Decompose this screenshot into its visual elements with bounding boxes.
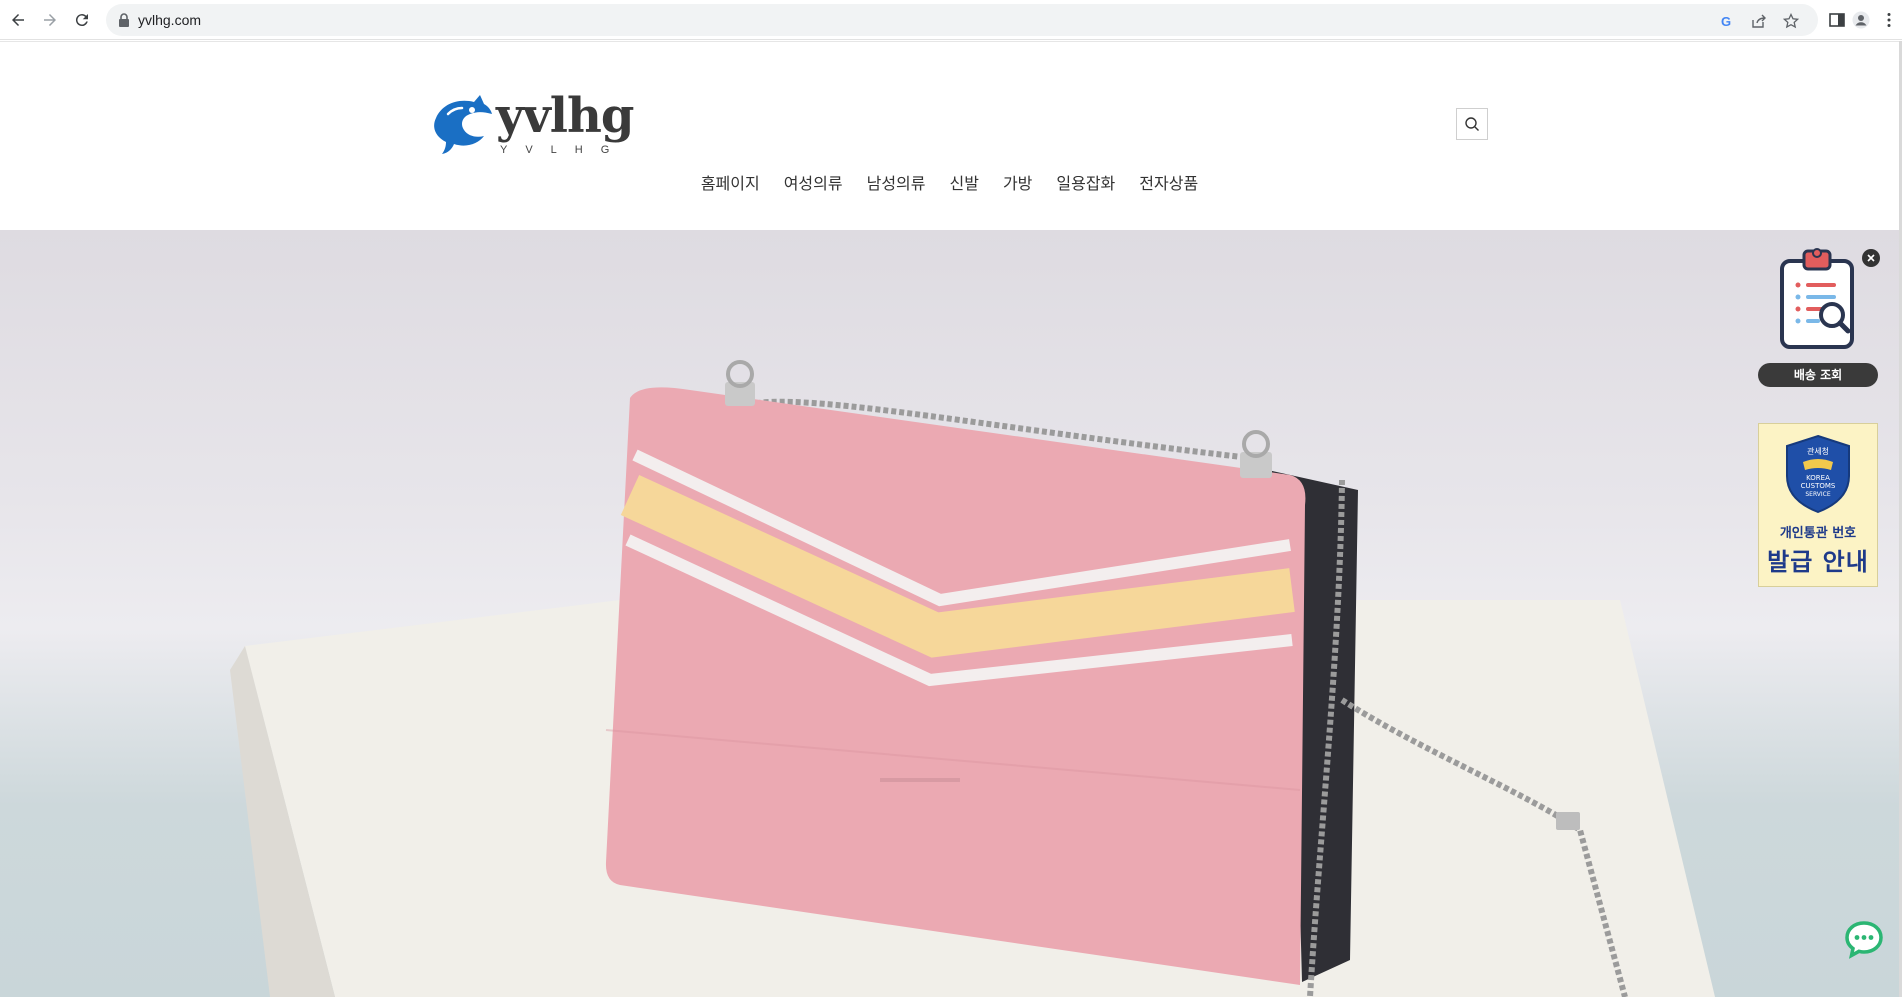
nav-item-womens-clothing[interactable]: 여성의류	[784, 173, 843, 195]
web-page: yvlhg YVLHG 홈페이지 여성의류 남성의류 신발 가방 일용잡화 전자…	[0, 41, 1902, 997]
nav-item-home[interactable]: 홈페이지	[701, 173, 760, 195]
profile-avatar-icon[interactable]	[1850, 9, 1872, 31]
share-icon[interactable]	[1750, 12, 1768, 30]
nav-item-bags[interactable]: 가방	[1003, 173, 1032, 195]
hero-banner[interactable]	[0, 230, 1899, 997]
bookmark-star-icon[interactable]	[1782, 12, 1800, 30]
clipboard-search-icon	[1780, 248, 1854, 349]
nav-item-daily-goods[interactable]: 일용잡화	[1056, 173, 1115, 195]
svg-text:KOREA: KOREA	[1806, 474, 1830, 482]
svg-text:G: G	[1721, 14, 1731, 29]
reload-icon	[75, 14, 88, 27]
delivery-tracking-label[interactable]: 배송 조회	[1758, 363, 1878, 387]
close-icon	[1867, 254, 1875, 262]
more-menu-icon[interactable]	[1878, 9, 1900, 31]
svg-text:SERVICE: SERVICE	[1805, 491, 1831, 498]
site-logo[interactable]: yvlhg YVLHG	[428, 88, 634, 162]
pink-handbag-image	[230, 360, 1715, 997]
reload-button[interactable]	[70, 8, 94, 32]
logo-wordmark: yvlhg	[496, 88, 634, 144]
svg-text:CUSTOMS: CUSTOMS	[1801, 482, 1836, 490]
customs-banner-subtitle: 발급 안내	[1767, 548, 1869, 576]
chat-bubble-icon	[1845, 921, 1883, 959]
close-delivery-widget-button[interactable]	[1862, 249, 1880, 267]
search-icon	[1465, 117, 1479, 131]
search-button[interactable]	[1456, 108, 1488, 140]
arrow-left-icon	[12, 14, 24, 26]
customs-banner-title: 개인통관 번호	[1779, 526, 1857, 541]
customs-id-banner[interactable]: 관세청 KOREA CUSTOMS SERVICE 개인통관 번호 발급 안내	[1758, 423, 1878, 587]
nav-item-electronics[interactable]: 전자상품	[1139, 173, 1198, 195]
nav-item-mens-clothing[interactable]: 남성의류	[867, 173, 926, 195]
logo-subtext: YVLHG	[500, 144, 628, 156]
url-text[interactable]: yvlhg.com	[138, 12, 201, 28]
korea-customs-shield-icon: 관세청 KOREA CUSTOMS SERVICE	[1786, 434, 1850, 514]
lock-icon	[119, 13, 129, 27]
nav-item-shoes[interactable]: 신발	[949, 173, 978, 195]
google-icon[interactable]: G	[1718, 12, 1736, 30]
forward-button[interactable]	[38, 8, 62, 32]
arrow-right-icon	[44, 14, 56, 26]
browser-toolbar: yvlhg.com G	[0, 0, 1902, 40]
main-navigation: 홈페이지 여성의류 남성의류 신발 가방 일용잡화 전자상품	[0, 173, 1899, 195]
side-panel-icon[interactable]	[1826, 9, 1848, 31]
delivery-tracking-widget[interactable]: 배송 조회	[1758, 245, 1880, 395]
site-header: yvlhg YVLHG 홈페이지 여성의류 남성의류 신발 가방 일용잡화 전자…	[0, 41, 1899, 230]
svg-text:관세청: 관세청	[1807, 446, 1829, 456]
fish-logo-icon	[434, 95, 492, 154]
address-bar[interactable]: yvlhg.com G	[106, 4, 1818, 36]
back-button[interactable]	[6, 8, 30, 32]
chat-button[interactable]	[1844, 919, 1884, 959]
